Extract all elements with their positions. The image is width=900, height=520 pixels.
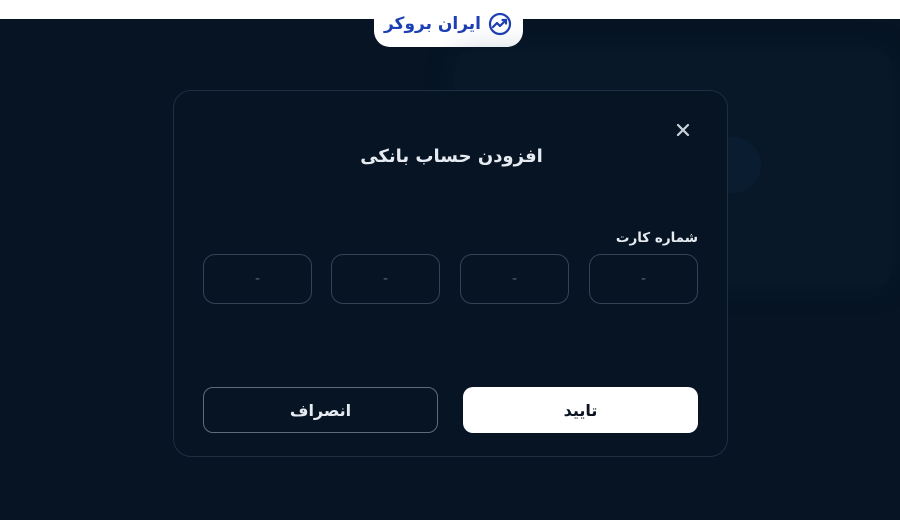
card-number-label: شماره کارت [615, 230, 698, 246]
close-icon[interactable] [672, 119, 694, 141]
trend-chart-icon [487, 11, 513, 37]
card-number-segment-1[interactable] [589, 254, 698, 304]
add-bank-account-modal: افزودن حساب بانکی شماره کارت تایید انصرا… [173, 90, 728, 457]
modal-title: افزودن حساب بانکی [360, 146, 543, 167]
brand-logo[interactable]: ایران بروکر [374, 0, 523, 47]
brand-logo-text: ایران بروکر [383, 13, 482, 34]
confirm-button[interactable]: تایید [463, 387, 698, 433]
card-number-segment-4[interactable] [203, 254, 312, 304]
card-number-segment-2[interactable] [460, 254, 569, 304]
card-number-segment-3[interactable] [331, 254, 440, 304]
cancel-button[interactable]: انصراف [203, 387, 438, 433]
